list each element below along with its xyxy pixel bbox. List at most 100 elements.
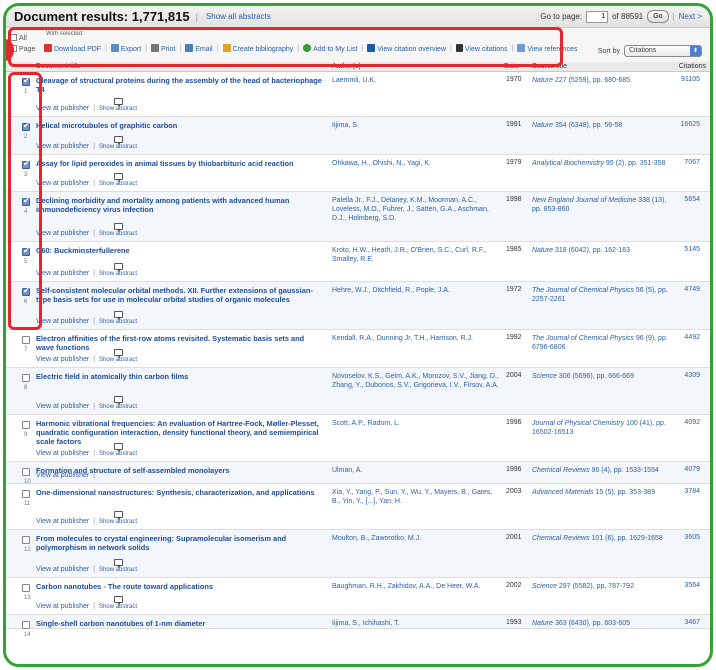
row-checkbox[interactable] (22, 374, 30, 382)
abstract-preview-icon (113, 349, 123, 358)
row-checkbox[interactable] (22, 584, 30, 592)
source-title-link[interactable]: Science 297 (5582), pp. 787-792 (532, 582, 670, 591)
show-abstract-link[interactable]: Show abstract (99, 396, 137, 410)
source-title-link[interactable]: New England Journal of Medicine 338 (13)… (532, 196, 670, 214)
source-title-link[interactable]: Nature 318 (6042), pp. 162-163 (532, 246, 670, 255)
view-at-publisher-link[interactable]: View at publisher (36, 318, 89, 325)
source-title-link[interactable]: Nature 227 (5259), pp. 680-685 (532, 76, 670, 85)
goto-page-input[interactable] (586, 10, 609, 23)
row-links: View at publisher | Show abstract (36, 263, 137, 277)
citation-count-link[interactable]: 4092 (684, 419, 700, 426)
document-title-link[interactable]: Cleavage of structural proteins during t… (36, 76, 324, 94)
view-at-publisher-link[interactable]: View at publisher (36, 518, 89, 525)
authors-links[interactable]: Iijima, S. (332, 121, 500, 130)
view-at-publisher-link[interactable]: View at publisher (36, 180, 89, 187)
citation-count-link[interactable]: 16625 (681, 121, 700, 128)
show-all-abstracts-link[interactable]: Show all abstracts (206, 12, 271, 21)
go-button[interactable]: Go (647, 10, 669, 23)
citation-count-link[interactable]: 4492 (684, 334, 700, 341)
citation-count-link[interactable]: 4749 (684, 286, 700, 293)
citation-count-link[interactable]: 5654 (684, 196, 700, 203)
document-title-link[interactable]: Helical microtubules of graphitic carbon (36, 121, 324, 130)
document-title-link[interactable]: One-dimensional nanostructures: Synthesi… (36, 488, 324, 497)
sort-select[interactable]: Citations ⬍ (624, 45, 702, 57)
view-at-publisher-link[interactable]: View at publisher (36, 270, 89, 277)
show-abstract-link[interactable]: Show abstract (99, 511, 137, 525)
row-checkbox[interactable] (22, 536, 30, 544)
publication-year: 1979 (506, 159, 522, 166)
document-title-link[interactable]: Electric field in atomically thin carbon… (36, 372, 324, 381)
view-at-publisher-link[interactable]: View at publisher (36, 105, 89, 112)
show-abstract-link[interactable]: Show abstract (99, 223, 137, 237)
show-abstract-link[interactable]: Show abstract (99, 311, 137, 325)
authors-links[interactable]: Ohkawa, H., Ohishi, N., Yagi, K. (332, 159, 500, 168)
show-abstract-link[interactable]: Show abstract (99, 559, 137, 573)
citation-count-link[interactable]: 3784 (684, 488, 700, 495)
document-title-link[interactable]: Harmonic vibrational frequencies: An eva… (36, 419, 324, 446)
view-at-publisher-link[interactable]: View at publisher (36, 603, 89, 610)
source-title-link[interactable]: Nature 354 (6348), pp. 56-58 (532, 121, 670, 130)
authors-links[interactable]: Moulton, B., Zaworotko, M.J. (332, 534, 500, 543)
authors-links[interactable]: Kendall, R.A., Dunning Jr, T.H., Harriso… (332, 334, 500, 343)
view-at-publisher-link[interactable]: View at publisher (36, 356, 89, 363)
authors-links[interactable]: Scott, A.P., Radom, L. (332, 419, 500, 428)
abstract-preview-icon (113, 98, 123, 107)
next-page-link[interactable]: Next > (679, 12, 702, 21)
document-title-link[interactable]: Declining morbidity and mortality among … (36, 196, 324, 214)
source-title-link[interactable]: Analytical Biochemistry 95 (2), pp. 351-… (532, 159, 670, 168)
row-number: 9 (24, 432, 28, 438)
source-title-link[interactable]: The Journal of Chemical Physics 56 (5), … (532, 286, 670, 304)
publication-year: 1972 (506, 286, 522, 293)
citation-count-link[interactable]: 5145 (684, 246, 700, 253)
view-at-publisher-link[interactable]: View at publisher (36, 143, 89, 150)
show-abstract-link[interactable]: Show abstract (99, 98, 137, 112)
show-abstract-link[interactable]: Show abstract (99, 596, 137, 610)
citation-count-link[interactable]: 3564 (684, 582, 700, 589)
show-abstract-link[interactable]: Show abstract (99, 263, 137, 277)
authors-links[interactable]: Laemmli, U.K. (332, 76, 500, 85)
citation-count-link[interactable]: 91105 (681, 76, 700, 83)
source-title-link[interactable]: Advanced Materials 15 (5), pp. 353-389 (532, 488, 670, 497)
document-title-link[interactable]: Carbon nanotubes - The route toward appl… (36, 582, 324, 591)
view-at-publisher-link[interactable]: View at publisher (36, 566, 89, 573)
show-abstract-link[interactable]: Show abstract (99, 173, 137, 187)
view-at-publisher-link[interactable]: View at publisher (36, 230, 89, 237)
row-checkbox[interactable] (22, 490, 30, 498)
show-abstract-link[interactable]: Show abstract (99, 136, 137, 150)
source-title-link[interactable]: Journal of Physical Chemistry 100 (41), … (532, 419, 670, 437)
document-title-link[interactable]: Self-consistent molecular orbital method… (36, 286, 324, 304)
authors-links[interactable]: Baughman, R.H., Zakhidov, A.A., De Heer,… (332, 582, 500, 591)
source-title-link[interactable]: Chemical Reviews 96 (4), pp. 1533-1554 (532, 466, 670, 475)
source-title-link[interactable]: Chemical Reviews 101 (6), pp. 1629-1658 (532, 534, 670, 543)
column-header-citations[interactable]: Citations (679, 63, 706, 70)
citation-count-link[interactable]: 7067 (684, 159, 700, 166)
row-checkbox[interactable] (22, 336, 30, 344)
row-checkbox[interactable] (22, 421, 30, 429)
document-title-link[interactable]: Assay for lipid peroxides in animal tiss… (36, 159, 324, 168)
citation-count-link[interactable]: 3605 (684, 534, 700, 541)
authors-links[interactable]: Xia, Y., Yang, P., Sun, Y., Wu, Y., Maye… (332, 488, 500, 506)
document-title-link[interactable]: Single-shell carbon nanotubes of 1-nm di… (36, 619, 324, 628)
source-title-link[interactable]: Science 306 (5696), pp. 666-669 (532, 372, 670, 381)
authors-links[interactable]: Novoselov, K.S., Geim, A.K., Morozov, S.… (332, 372, 500, 390)
authors-links[interactable]: Iijima, S., Ichihashi, T. (332, 619, 500, 628)
source-title-link[interactable]: Nature 363 (6430), pp. 603-605 (532, 619, 670, 628)
citation-count-link[interactable]: 3467 (684, 619, 700, 626)
citation-count-link[interactable]: 4309 (684, 372, 700, 379)
show-abstract-link[interactable]: Show abstract (99, 443, 137, 457)
row-checkbox[interactable] (22, 621, 30, 629)
view-at-publisher-link[interactable]: View at publisher (36, 403, 89, 410)
document-title-link[interactable]: From molecules to crystal engineering: S… (36, 534, 324, 552)
authors-links[interactable]: Ulman, A. (332, 466, 500, 475)
view-at-publisher-link[interactable]: View at publisher (36, 450, 89, 457)
results-panel: Document results: 1,771,815 | Show all a… (3, 3, 713, 667)
show-abstract-link[interactable]: Show abstract (99, 349, 137, 363)
authors-links[interactable]: Palella Jr., F.J., Delaney, K.M., Moorma… (332, 196, 500, 223)
citation-count-link[interactable]: 4079 (684, 466, 700, 473)
document-title-link[interactable]: C60: Buckminsterfullerene (36, 246, 324, 255)
authors-links[interactable]: Kroto, H.W., Heath, J.R., O'Brien, S.C.,… (332, 246, 500, 264)
authors-links[interactable]: Hehre, W.J., Ditchfield, R., Pople, J.A. (332, 286, 500, 295)
row-checkbox[interactable] (22, 468, 30, 476)
source-title-link[interactable]: The Journal of Chemical Physics 96 (9), … (532, 334, 670, 352)
view-at-publisher-link[interactable]: View at publisher (36, 472, 89, 479)
